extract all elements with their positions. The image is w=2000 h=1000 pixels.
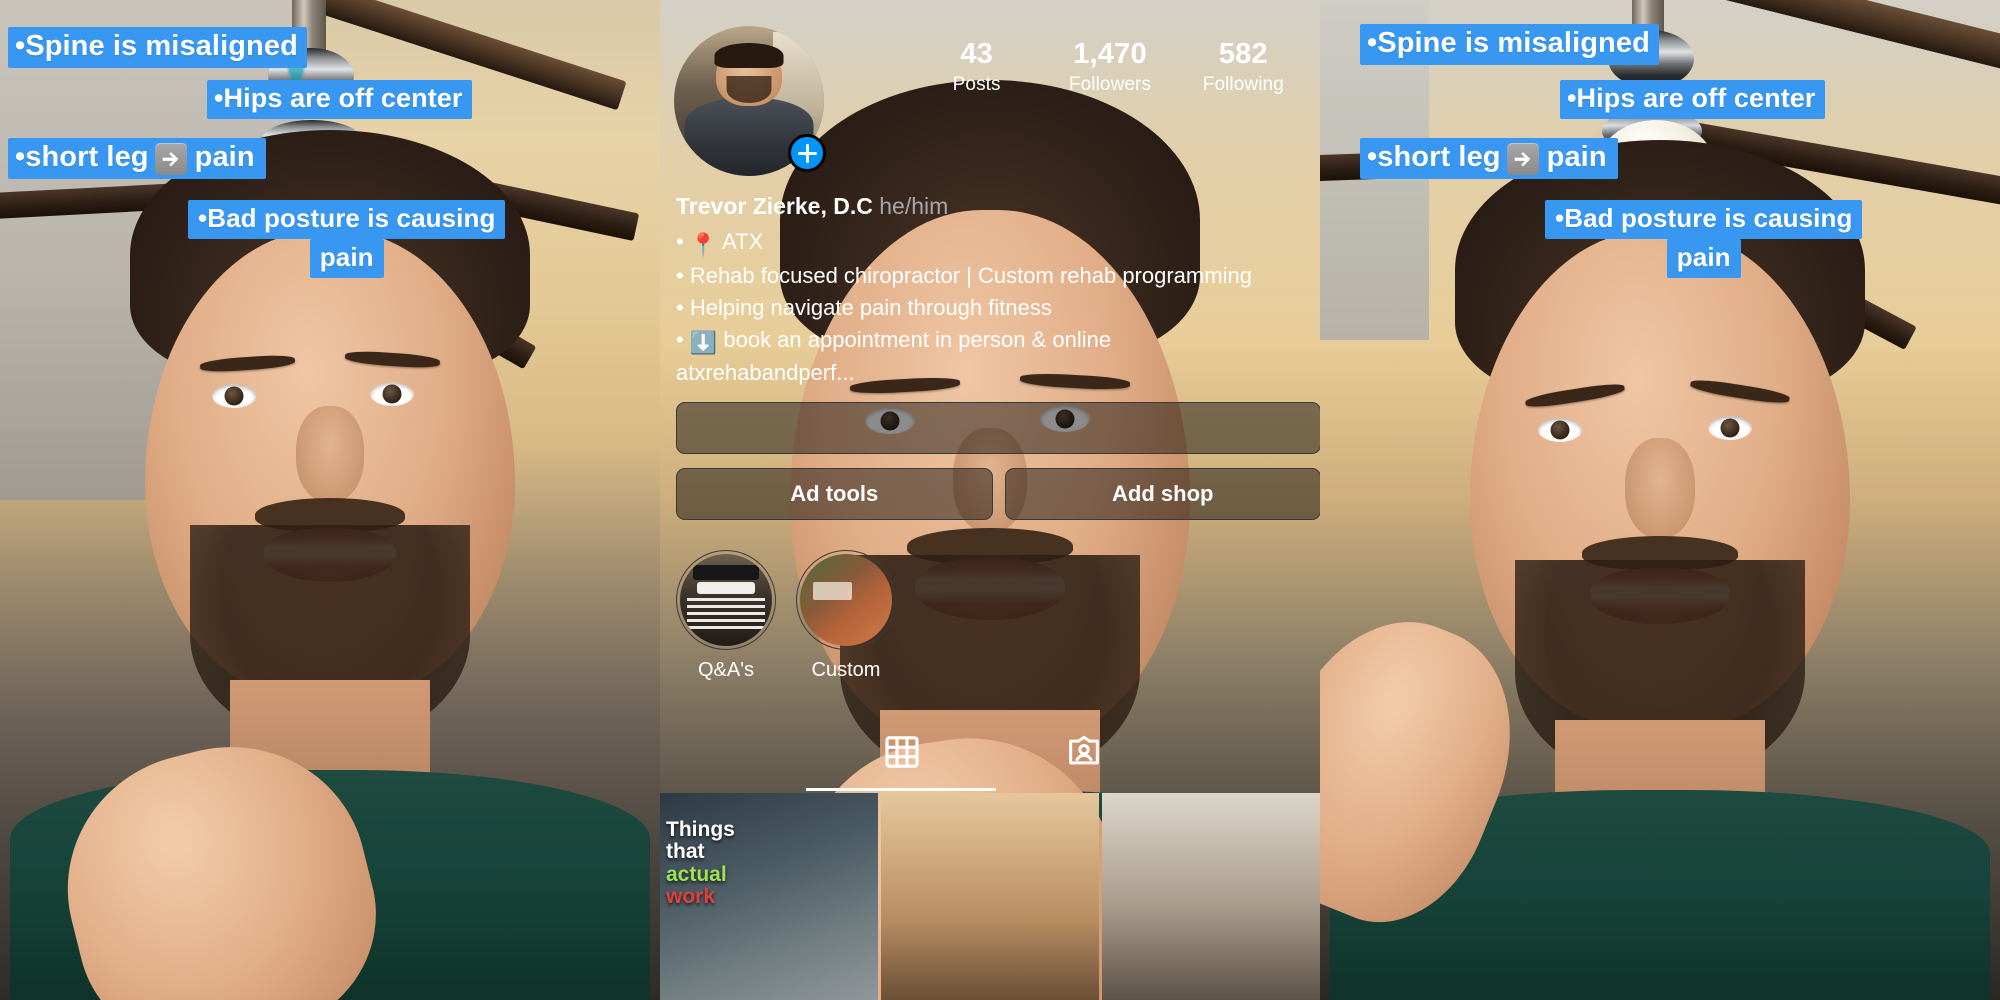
video-panel-right: •Spine is misaligned •Hips are off cente… (1320, 0, 2000, 1000)
bullet: • (676, 263, 684, 289)
stat-followers-label: Followers (1068, 74, 1152, 96)
grid-icon[interactable] (882, 732, 922, 772)
highlight-text-block (687, 598, 765, 630)
caption-text: •Spine is misaligned (15, 30, 298, 62)
post-thumbnail[interactable] (1102, 793, 1320, 1000)
caption-text-pre: •short leg (1367, 141, 1501, 173)
post-text-line-2: that (666, 840, 705, 864)
caption-hips-off-center: •Hips are off center (207, 80, 472, 119)
caption-line-2: pain (1666, 239, 1741, 278)
caption-line-2: pain (309, 239, 384, 278)
screenshot-stage: •Spine is misaligned •Hips are off cente… (0, 0, 2000, 1000)
highlight-text-block (812, 581, 852, 600)
bullet: • (676, 228, 684, 254)
bio-line-2: • Rehab focused chiropractor | Custom re… (676, 263, 1320, 289)
location-pin-icon: 📍 (689, 231, 718, 257)
highlight-ring (676, 550, 776, 650)
nose (1625, 438, 1695, 538)
avatar-beard (726, 75, 772, 103)
bio-line-3: • Helping navigate pain through fitness (676, 294, 1320, 321)
primary-button-row (676, 402, 1320, 454)
highlight-qa[interactable]: Q&A's (676, 550, 776, 682)
caption-short-leg-pain: •short leg pain (1360, 138, 1618, 179)
stat-following-count: 582 (1218, 38, 1268, 70)
profile-display-name-row: Trevor Zierke, D.C he/him (676, 190, 1320, 223)
right-arrow-icon (154, 142, 187, 175)
profile-bio: Trevor Zierke, D.C he/him • 📍 ATX • Reha… (676, 190, 1320, 386)
highlight-label: Custom (811, 659, 881, 681)
posts-grid: Things that actual work (660, 793, 1320, 1000)
bio-line-4-text: book an appointment in person & online (723, 326, 1112, 352)
video-panel-center: 43 Posts 1,470 Followers 582 Following T… (660, 0, 1320, 1000)
profile-stats: 43 Posts 1,470 Followers 582 Following (910, 38, 1310, 96)
post-thumbnail[interactable] (881, 793, 1099, 1000)
bullet: • (676, 326, 684, 352)
add-shop-button[interactable]: Add shop (1004, 468, 1320, 520)
caption-text: •Spine is misaligned (1367, 27, 1650, 59)
eye-right (1708, 416, 1752, 440)
caption-text: •Hips are off center (1567, 83, 1816, 113)
caption-bad-posture-pain: •Bad posture is causing pain (188, 200, 506, 278)
tagged-person-icon[interactable] (1064, 732, 1104, 772)
bio-line-4: • ⬇️ book an appointment in person & onl… (676, 326, 1320, 356)
active-tab-underline (806, 788, 996, 791)
eye-right (370, 382, 414, 406)
video-panel-left: •Spine is misaligned •Hips are off cente… (0, 0, 660, 1000)
profile-pronouns: he/him (879, 193, 949, 219)
stat-following[interactable]: 582 Following (1177, 38, 1310, 96)
secondary-button-row: Ad tools Add shop (676, 468, 1320, 520)
caption-bad-posture-pain: •Bad posture is causing pain (1545, 200, 1863, 278)
bio-line-1-text: ATX (722, 228, 764, 254)
highlight-cover (680, 554, 772, 646)
nose (296, 406, 364, 502)
bullet: • (676, 294, 684, 320)
down-arrow-icon: ⬇️ (689, 329, 718, 355)
profile-display-name: Trevor Zierke, D.C (676, 193, 873, 219)
post-thumbnail[interactable]: Things that actual work (660, 793, 878, 1000)
right-arrow-icon (1506, 142, 1539, 175)
caption-hips-off-center: •Hips are off center (1560, 80, 1825, 119)
bio-line-3-text: Helping navigate pain through fitness (689, 294, 1052, 320)
profile-tab-bar (660, 718, 1320, 791)
edit-profile-button[interactable] (676, 402, 1320, 454)
highlight-custom[interactable]: Custom (796, 550, 896, 682)
post-text-line-3: actual (666, 862, 727, 886)
caption-text-post: pain (1546, 141, 1607, 173)
profile-website-link[interactable]: atxrehabandperf... (676, 361, 1320, 386)
caption-line-1: •Bad posture is causing (188, 200, 506, 239)
stat-posts-label: Posts (952, 74, 1001, 96)
stat-posts[interactable]: 43 Posts (910, 38, 1043, 96)
post-text-line-1: Things (666, 818, 735, 841)
caption-spine-misaligned: •Spine is misaligned (1360, 24, 1659, 65)
caption-text: •Hips are off center (214, 83, 463, 113)
highlight-label: Q&A's (697, 659, 755, 681)
avatar-hair (714, 42, 784, 68)
profile-header: 43 Posts 1,470 Followers 582 Following (660, 18, 1320, 178)
stat-followers[interactable]: 1,470 Followers (1043, 38, 1176, 96)
caption-spine-misaligned: •Spine is misaligned (8, 27, 307, 68)
instagram-profile-overlay: 43 Posts 1,470 Followers 582 Following T… (660, 0, 1320, 1000)
caption-line-1: •Bad posture is causing (1545, 200, 1863, 239)
bio-line-1: • 📍 ATX (676, 228, 1320, 258)
ad-tools-button[interactable]: Ad tools (676, 468, 993, 520)
eye-left (1538, 418, 1582, 442)
stat-following-label: Following (1202, 74, 1284, 96)
post-thumbnail-text: Things that actual work (666, 818, 758, 908)
avatar-wrapper[interactable] (674, 26, 826, 176)
bio-line-2-text: Rehab focused chiropractor | Custom reha… (689, 263, 1252, 289)
eye-left (212, 384, 256, 408)
add-story-plus-icon[interactable] (788, 134, 826, 172)
stat-followers-count: 1,470 (1073, 38, 1147, 70)
post-text-line-4: work (666, 884, 716, 908)
caption-text-pre: •short leg (15, 141, 149, 173)
stat-posts-count: 43 (960, 38, 993, 70)
highlight-ring (796, 550, 896, 650)
caption-short-leg-pain: •short leg pain (8, 138, 266, 179)
caption-text-post: pain (194, 141, 255, 173)
story-highlights: Q&A's Custom (676, 550, 896, 682)
highlight-cover (800, 554, 892, 646)
